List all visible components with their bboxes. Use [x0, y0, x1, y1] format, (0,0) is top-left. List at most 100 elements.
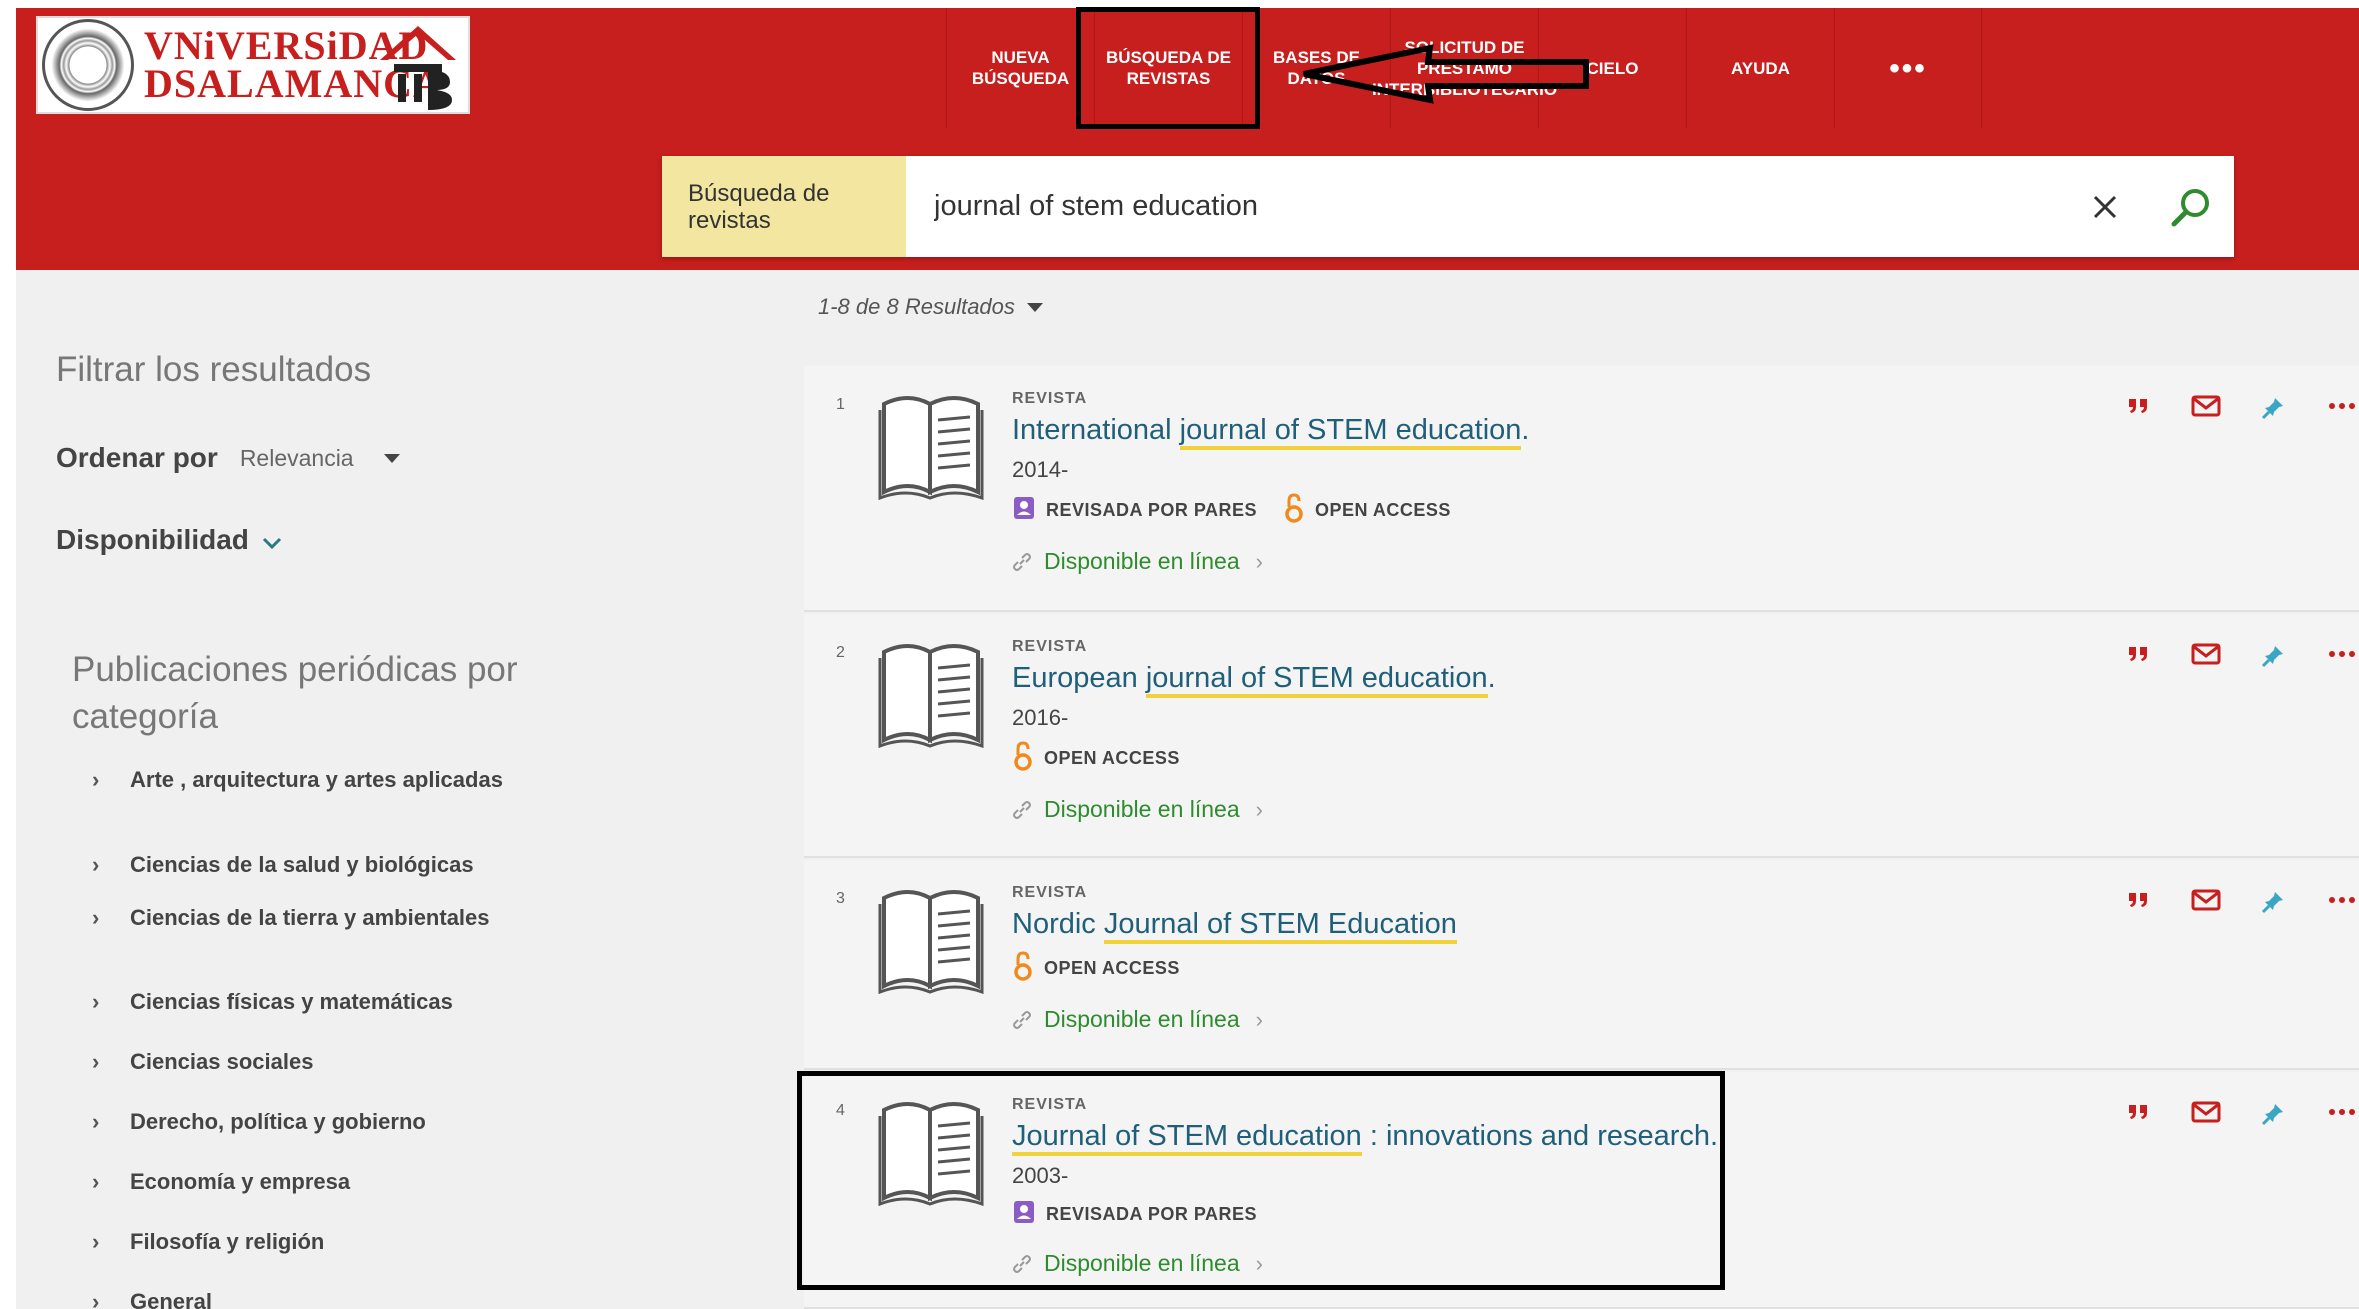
chevron-right-icon: ›	[92, 767, 100, 792]
cite-button[interactable]	[2104, 397, 2172, 415]
email-button[interactable]	[2172, 643, 2240, 665]
result-title-link[interactable]: International journal of STEM education.	[1012, 414, 1529, 450]
chevron-down-icon	[262, 537, 281, 550]
available-online-link[interactable]: Disponible en línea ›	[1012, 796, 1496, 823]
more-actions-button[interactable]	[2308, 402, 2359, 410]
link-icon	[1012, 800, 1032, 820]
chevron-right-icon: ›	[1255, 796, 1263, 822]
category-item[interactable]: › Economía y empresa	[92, 1166, 510, 1198]
availability-label: Disponibilidad	[56, 524, 249, 555]
chevron-right-icon: ›	[92, 1049, 100, 1074]
annotation-box-journal-search	[1076, 7, 1260, 129]
more-actions-button[interactable]	[2308, 896, 2359, 904]
peer-reviewed-badge: REVISADA POR PARES	[1012, 495, 1257, 526]
chevron-right-icon: ›	[92, 1169, 100, 1194]
search-icon	[2171, 188, 2209, 226]
pin-button[interactable]	[2240, 640, 2308, 668]
university-logo[interactable]: VNiVERSiDAD DSALAMANCA	[36, 16, 470, 114]
journal-book-icon[interactable]	[878, 388, 984, 501]
caret-down-icon	[1026, 302, 1043, 312]
nav-help[interactable]: AYUDA	[1686, 8, 1834, 128]
email-button[interactable]	[2172, 395, 2240, 417]
category-item[interactable]: › Ciencias físicas y matemáticas	[92, 986, 510, 1018]
chevron-right-icon: ›	[92, 852, 100, 877]
quote-icon	[2129, 893, 2147, 907]
availability-filter[interactable]: Disponibilidad	[56, 524, 283, 556]
pin-button[interactable]	[2240, 1098, 2308, 1126]
result-badges: OPEN ACCESS	[1012, 741, 1496, 776]
journal-book-icon[interactable]	[878, 636, 984, 749]
columns-emblem-icon	[380, 26, 456, 110]
pin-button[interactable]	[2240, 392, 2308, 420]
result-type: REVISTA	[1012, 884, 1088, 901]
available-online-link[interactable]: Disponible en línea ›	[1012, 548, 1529, 575]
filter-title: Filtrar los resultados	[56, 350, 372, 389]
search-button[interactable]	[2148, 156, 2234, 257]
annotation-arrow-icon	[1303, 44, 1589, 104]
result-actions	[2104, 886, 2359, 914]
result-badges: REVISADA POR PARES OPEN ACCESS	[1012, 493, 1529, 528]
more-dots-icon	[2329, 1109, 2355, 1115]
pin-button[interactable]	[2240, 886, 2308, 914]
result-item: 1 REVISTA International journal of STEM ed…	[804, 366, 2359, 612]
category-item[interactable]: › Ciencias de la salud y biológicas	[92, 849, 510, 881]
nav-more-icon[interactable]: •••	[1834, 8, 1982, 128]
more-actions-button[interactable]	[2308, 1108, 2359, 1116]
result-badges: OPEN ACCESS	[1012, 951, 1457, 986]
category-item[interactable]: › General	[92, 1286, 510, 1309]
peer-reviewed-icon	[1012, 495, 1046, 526]
result-item: 2 REVISTA European journal of STEM educati…	[804, 614, 2359, 858]
search-scope-selector[interactable]: Búsqueda de revistas	[662, 156, 906, 257]
email-icon	[2191, 643, 2221, 665]
quote-icon	[2129, 647, 2147, 661]
filter-sidebar: Filtrar los resultados Ordenar por Relev…	[16, 270, 802, 1309]
pin-icon	[2261, 1100, 2283, 1126]
available-online-link[interactable]: Disponible en línea ›	[1012, 1006, 1457, 1033]
result-title-link[interactable]: Nordic Journal of STEM Education	[1012, 908, 1457, 944]
cite-button[interactable]	[2104, 1103, 2172, 1121]
sort-selector[interactable]: Ordenar por Relevancia	[56, 442, 400, 474]
chevron-right-icon: ›	[92, 1289, 100, 1309]
chevron-right-icon: ›	[92, 989, 100, 1014]
category-item[interactable]: › Ciencias sociales	[92, 1046, 510, 1078]
categories-title: Publicaciones periódicas por categoría	[72, 650, 518, 736]
close-icon	[2093, 195, 2117, 218]
chevron-right-icon: ›	[92, 1229, 100, 1254]
email-button[interactable]	[2172, 1101, 2240, 1123]
result-actions	[2104, 392, 2359, 420]
cite-button[interactable]	[2104, 645, 2172, 663]
more-dots-icon	[2329, 651, 2355, 657]
result-title-link[interactable]: European journal of STEM education.	[1012, 662, 1496, 698]
chevron-right-icon: ›	[92, 905, 100, 930]
more-dots-icon	[2329, 403, 2355, 409]
result-actions	[2104, 1098, 2359, 1126]
open-access-icon	[1012, 741, 1044, 776]
category-item[interactable]: › Derecho, política y gobierno	[92, 1106, 510, 1138]
quote-icon	[2129, 399, 2147, 413]
email-icon	[2191, 1101, 2221, 1123]
result-actions	[2104, 640, 2359, 668]
caret-down-icon	[383, 453, 400, 463]
result-type: REVISTA	[1012, 638, 1088, 655]
category-item[interactable]: › Arte , arquitectura y artes aplicadas	[92, 764, 510, 796]
result-year: 2014-	[1012, 457, 1069, 482]
more-dots-icon	[2329, 897, 2355, 903]
open-access-badge: OPEN ACCESS	[1012, 741, 1180, 776]
journal-book-icon[interactable]	[878, 882, 984, 995]
sort-label: Ordenar por	[56, 442, 218, 473]
cite-button[interactable]	[2104, 891, 2172, 909]
email-button[interactable]	[2172, 889, 2240, 911]
nav-new-search[interactable]: NUEVA BÚSQUEDA	[946, 8, 1094, 128]
search-input[interactable]	[906, 156, 2062, 257]
pin-icon	[2261, 394, 2283, 420]
more-actions-button[interactable]	[2308, 650, 2359, 658]
email-icon	[2191, 889, 2221, 911]
clear-search-button[interactable]	[2062, 156, 2148, 257]
open-access-badge: OPEN ACCESS	[1012, 951, 1180, 986]
results-count[interactable]: 1-8 de 8 Resultados	[818, 294, 1043, 320]
category-item[interactable]: › Ciencias de la tierra y ambientales	[92, 902, 510, 934]
category-item[interactable]: › Filosofía y religión	[92, 1226, 510, 1258]
chevron-right-icon: ›	[1255, 548, 1263, 574]
search-bar: Búsqueda de revistas	[662, 156, 2234, 257]
pin-icon	[2261, 642, 2283, 668]
